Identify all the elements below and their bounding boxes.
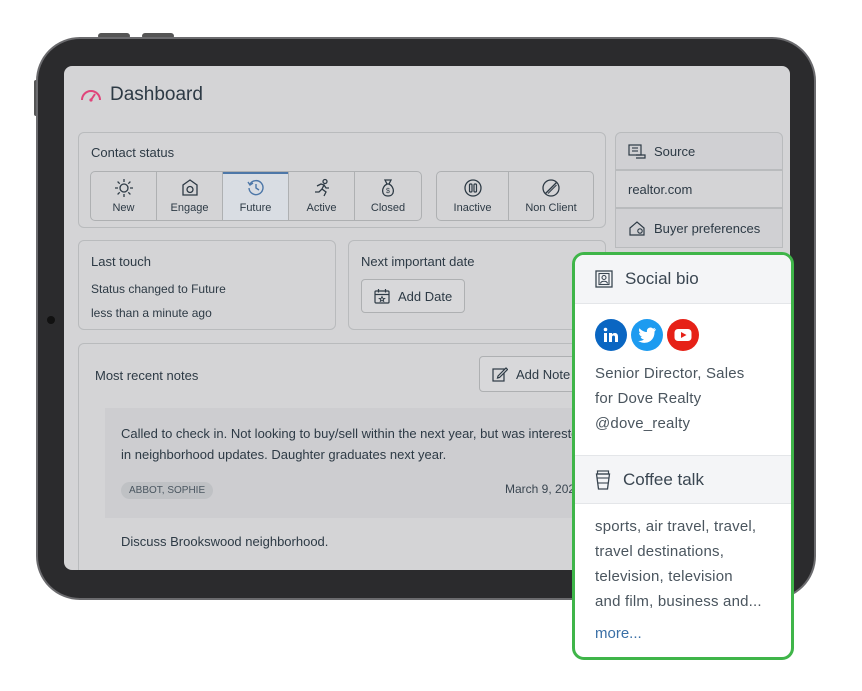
- bio-line: Senior Director, Sales: [595, 365, 745, 382]
- status-active-label: Active: [306, 202, 337, 214]
- coffee-talk-text: sports, air travel, travel, travel desti…: [575, 504, 791, 614]
- more-link[interactable]: more...: [595, 625, 642, 642]
- speedometer-icon: [81, 90, 101, 102]
- svg-text:$: $: [386, 188, 390, 195]
- last-touch-panel: Last touch Status changed to Future less…: [78, 240, 336, 330]
- coffee-talk-line: sports, air travel, travel,: [595, 518, 757, 535]
- no-entry-icon: [542, 179, 560, 197]
- note-date: March 9, 2020: [505, 482, 582, 496]
- social-bio-card: Social bio Senior Director, Sales for Do…: [572, 252, 794, 660]
- add-date-button[interactable]: Add Date: [361, 279, 466, 313]
- social-bio-title: Social bio: [625, 269, 699, 288]
- target-icon: [181, 179, 198, 196]
- status-non-client-button[interactable]: Non Client: [509, 172, 593, 220]
- coffee-talk-title: Coffee talk: [623, 469, 704, 489]
- pause-circle-icon: [463, 179, 482, 197]
- source-label: Source: [654, 143, 696, 159]
- notes-panel: Most recent notes Add Note Called to che…: [78, 343, 606, 570]
- buyer-preferences-header: Buyer preferences: [615, 208, 783, 248]
- house-icon: [629, 221, 645, 236]
- status-closed-button[interactable]: $ Closed: [355, 172, 421, 220]
- contact-status-label: Contact status: [91, 145, 175, 160]
- next-date-label: Next important date: [361, 254, 475, 269]
- add-note-button[interactable]: Add Note: [479, 356, 584, 392]
- notes-label: Most recent notes: [95, 368, 199, 383]
- status-inactive-button[interactable]: Inactive: [437, 172, 509, 220]
- camera: [47, 316, 55, 324]
- linkedin-icon[interactable]: [595, 319, 627, 351]
- note-text: Called to check in. Not looking to buy/s…: [121, 426, 586, 462]
- next-date-panel: Next important date Add Date: [348, 240, 606, 330]
- calendar-icon: [374, 289, 390, 304]
- money-bag-icon: $: [381, 179, 395, 197]
- last-touch-label: Last touch: [91, 254, 151, 269]
- status-group-main: New Engage Future Active $ Closed: [90, 171, 422, 221]
- edit-icon: [492, 367, 508, 382]
- status-engage-label: Engage: [170, 202, 209, 214]
- social-bio-text: Senior Director, Sales for Dove Realty @…: [575, 359, 791, 455]
- status-future-label: Future: [239, 202, 272, 214]
- coffee-cup-icon: [595, 469, 611, 490]
- last-touch-status: Status changed to Future: [91, 282, 226, 296]
- note-text: Discuss Brookswood neighborhood.: [121, 534, 329, 549]
- status-new-label: New: [112, 202, 135, 214]
- social-links: [575, 304, 791, 359]
- twitter-icon[interactable]: [631, 319, 663, 351]
- contact-status-panel: Contact status New Engage Future Active …: [78, 132, 606, 228]
- add-date-label: Add Date: [398, 288, 453, 304]
- youtube-icon[interactable]: [667, 319, 699, 351]
- ticket-icon: [628, 144, 646, 159]
- source-value-row: realtor.com: [615, 170, 783, 208]
- status-non-client-label: Non Client: [525, 202, 577, 214]
- dashboard-title: Dashboard: [110, 84, 203, 105]
- status-new-button[interactable]: New: [91, 172, 157, 220]
- page-title: Dashboard: [80, 84, 203, 106]
- sun-icon: [114, 179, 133, 197]
- note-card[interactable]: Called to check in. Not looking to buy/s…: [105, 408, 605, 518]
- coffee-talk-header: Coffee talk: [575, 455, 791, 504]
- status-active-button[interactable]: Active: [289, 172, 355, 220]
- coffee-talk-line: travel destinations,: [595, 543, 725, 560]
- bio-line: for Dove Realty: [595, 390, 702, 407]
- last-touch-time: less than a minute ago: [91, 306, 212, 320]
- status-future-button[interactable]: Future: [223, 172, 289, 220]
- coffee-talk-line: and film, business and...: [595, 593, 762, 610]
- source-value: realtor.com: [628, 181, 693, 197]
- history-icon: [246, 179, 264, 196]
- status-inactive-label: Inactive: [453, 202, 492, 214]
- status-engage-button[interactable]: Engage: [157, 172, 223, 220]
- status-closed-label: Closed: [370, 202, 406, 214]
- runner-icon: [314, 178, 329, 197]
- note-card[interactable]: Discuss Brookswood neighborhood.: [105, 522, 605, 570]
- status-group-inactive: Inactive Non Client: [436, 171, 594, 221]
- bio-handle: @dove_realty: [595, 415, 691, 432]
- buyer-preferences-label: Buyer preferences: [654, 220, 761, 236]
- coffee-talk-line: television, television: [595, 568, 733, 585]
- profile-card-icon: [595, 270, 613, 288]
- social-bio-header: Social bio: [575, 255, 791, 304]
- source-header: Source: [615, 132, 783, 170]
- add-note-label: Add Note: [516, 366, 571, 382]
- note-author-badge: ABBOT, SOPHIE: [121, 482, 214, 499]
